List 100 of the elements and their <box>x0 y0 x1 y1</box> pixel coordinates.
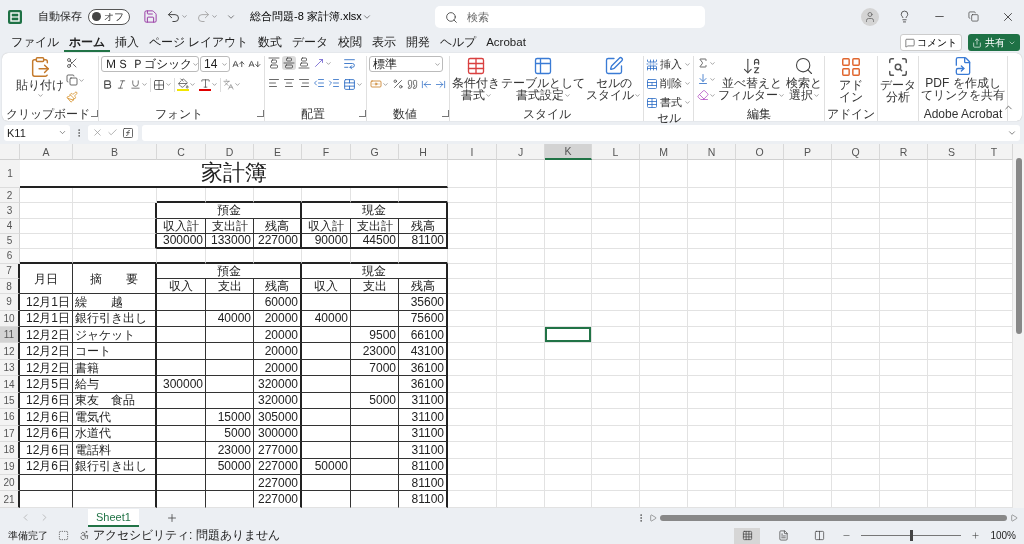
column-header[interactable]: K <box>545 144 592 160</box>
sheet-tab[interactable]: Sheet1 <box>88 508 139 527</box>
autosum-button[interactable] <box>696 56 717 70</box>
file-name-button[interactable]: 総合問題-8 家計簿.xlsx <box>249 8 373 25</box>
ribbon-tab[interactable]: 表示 <box>367 33 402 52</box>
search-field[interactable]: 検索 <box>434 5 705 28</box>
ribbon-tab[interactable]: データ <box>287 33 334 52</box>
column-header[interactable]: L <box>592 144 640 160</box>
font-color-button[interactable] <box>198 77 219 92</box>
save-button[interactable] <box>142 8 159 25</box>
ribbon-tab[interactable]: ページ レイアウト <box>144 33 254 52</box>
launcher-icon[interactable] <box>442 110 449 117</box>
style-button[interactable]: 条件付き 書式 <box>452 56 500 101</box>
autosave-toggle[interactable]: オフ <box>88 8 130 25</box>
font-size-select[interactable]: 14 <box>200 56 230 72</box>
bold-button[interactable] <box>101 78 114 91</box>
paste-button[interactable]: 貼り付け <box>16 56 64 99</box>
column-header[interactable]: N <box>688 144 736 160</box>
ribbon-tab[interactable]: 数式 <box>253 33 288 52</box>
align-center-button[interactable] <box>282 76 296 90</box>
zoom-level[interactable]: 100% <box>990 530 1016 541</box>
create-pdf-button[interactable]: PDF を作成し てリンクを共有 <box>921 56 1005 101</box>
ribbon-tab[interactable]: 開発 <box>401 33 436 52</box>
column-header[interactable]: E <box>254 144 302 160</box>
column-header[interactable]: C <box>157 144 206 160</box>
accessibility-status[interactable]: アクセシビリティ: 問題ありません <box>93 527 280 544</box>
column-header[interactable]: R <box>880 144 928 160</box>
borders-button[interactable] <box>152 77 173 92</box>
ribbon-tab[interactable]: ファイル <box>6 33 64 52</box>
vertical-scrollbar[interactable] <box>1013 144 1024 508</box>
percent-button[interactable] <box>391 77 405 91</box>
column-header[interactable]: P <box>784 144 832 160</box>
share-button[interactable]: 共有 <box>968 34 1020 51</box>
clear-button[interactable] <box>696 88 717 102</box>
ribbon-tab[interactable]: ホーム <box>64 33 110 52</box>
column-header[interactable]: J <box>497 144 545 160</box>
launcher-icon[interactable] <box>359 110 366 117</box>
cells-button[interactable]: 書式 <box>646 94 691 111</box>
editing-button[interactable]: 検索と 選択 <box>786 56 822 101</box>
fill-button[interactable] <box>696 72 717 86</box>
view-button[interactable] <box>734 527 761 544</box>
addins-button[interactable]: アド イン <box>839 56 863 103</box>
vertical-align-button[interactable] <box>282 56 296 70</box>
number-format-select[interactable]: 標準 <box>369 56 443 72</box>
copy-button[interactable] <box>65 73 86 87</box>
row-header[interactable]: 2 <box>0 188 20 204</box>
column-header[interactable]: I <box>448 144 497 160</box>
font-name-select[interactable]: ＭＳ Ｐゴシック <box>101 56 199 72</box>
column-header[interactable]: B <box>73 144 157 160</box>
vertical-align-button[interactable] <box>297 56 311 70</box>
launcher-icon[interactable] <box>257 110 264 117</box>
row-header[interactable]: 12 <box>0 343 20 360</box>
column-header[interactable]: F <box>302 144 351 160</box>
vertical-align-button[interactable] <box>267 56 281 70</box>
spreadsheet-logo-icon[interactable] <box>8 9 22 24</box>
increase-indent-button[interactable] <box>327 76 341 90</box>
name-box[interactable]: K11 <box>4 124 70 141</box>
check-icon[interactable] <box>107 127 118 138</box>
column-header[interactable]: H <box>399 144 448 160</box>
comment-button[interactable]: コメント <box>900 34 962 51</box>
style-button[interactable]: テーブルとして 書式設定 <box>501 56 585 101</box>
column-header[interactable]: O <box>736 144 784 160</box>
orientation-button[interactable] <box>312 56 333 70</box>
row-header[interactable]: 3 <box>0 203 20 219</box>
phonetic-button[interactable] <box>222 78 242 91</box>
row-header[interactable]: 16 <box>0 409 20 426</box>
row-header[interactable]: 1 <box>0 160 20 189</box>
row-header[interactable]: 14 <box>0 376 20 393</box>
align-right-button[interactable] <box>297 76 311 90</box>
row-header[interactable]: 9 <box>0 294 20 311</box>
column-header[interactable]: S <box>928 144 976 160</box>
zoom-in-icon[interactable] <box>971 531 981 540</box>
column-header[interactable]: M <box>640 144 688 160</box>
undo-button[interactable] <box>165 8 189 25</box>
spreadsheet-grid[interactable] <box>0 144 1013 508</box>
comma-button[interactable] <box>406 77 419 91</box>
function-icon[interactable] <box>122 126 134 139</box>
merge-button[interactable] <box>342 77 364 92</box>
editing-button[interactable]: 並べ替えと フィルター <box>718 56 785 101</box>
ribbon-tab[interactable]: ヘルプ <box>435 33 482 52</box>
cell-cursor[interactable] <box>545 327 592 344</box>
column-header[interactable]: Q <box>832 144 880 160</box>
cells-button[interactable]: 削除 <box>646 75 691 92</box>
column-header[interactable]: D <box>206 144 254 160</box>
ribbon-tab[interactable]: Acrobat <box>481 33 531 52</box>
formula-field[interactable] <box>142 124 1020 141</box>
underline-button[interactable] <box>129 78 149 91</box>
ribbon-tab[interactable]: 挿入 <box>110 33 144 52</box>
cancel-icon[interactable] <box>92 127 103 138</box>
account-avatar[interactable] <box>861 7 879 26</box>
column-header[interactable]: G <box>351 144 399 160</box>
restore-button[interactable] <box>967 10 980 23</box>
fill-color-button[interactable] <box>176 77 197 92</box>
data-analysis-button[interactable]: データ 分析 <box>880 56 916 103</box>
cells-button[interactable]: 挿入 <box>646 56 691 73</box>
decrease-indent-button[interactable] <box>312 76 326 90</box>
column-header[interactable]: T <box>976 144 1013 160</box>
row-header[interactable]: 18 <box>0 442 20 459</box>
row-header[interactable]: 11 <box>0 327 20 344</box>
align-left-button[interactable] <box>267 76 281 90</box>
